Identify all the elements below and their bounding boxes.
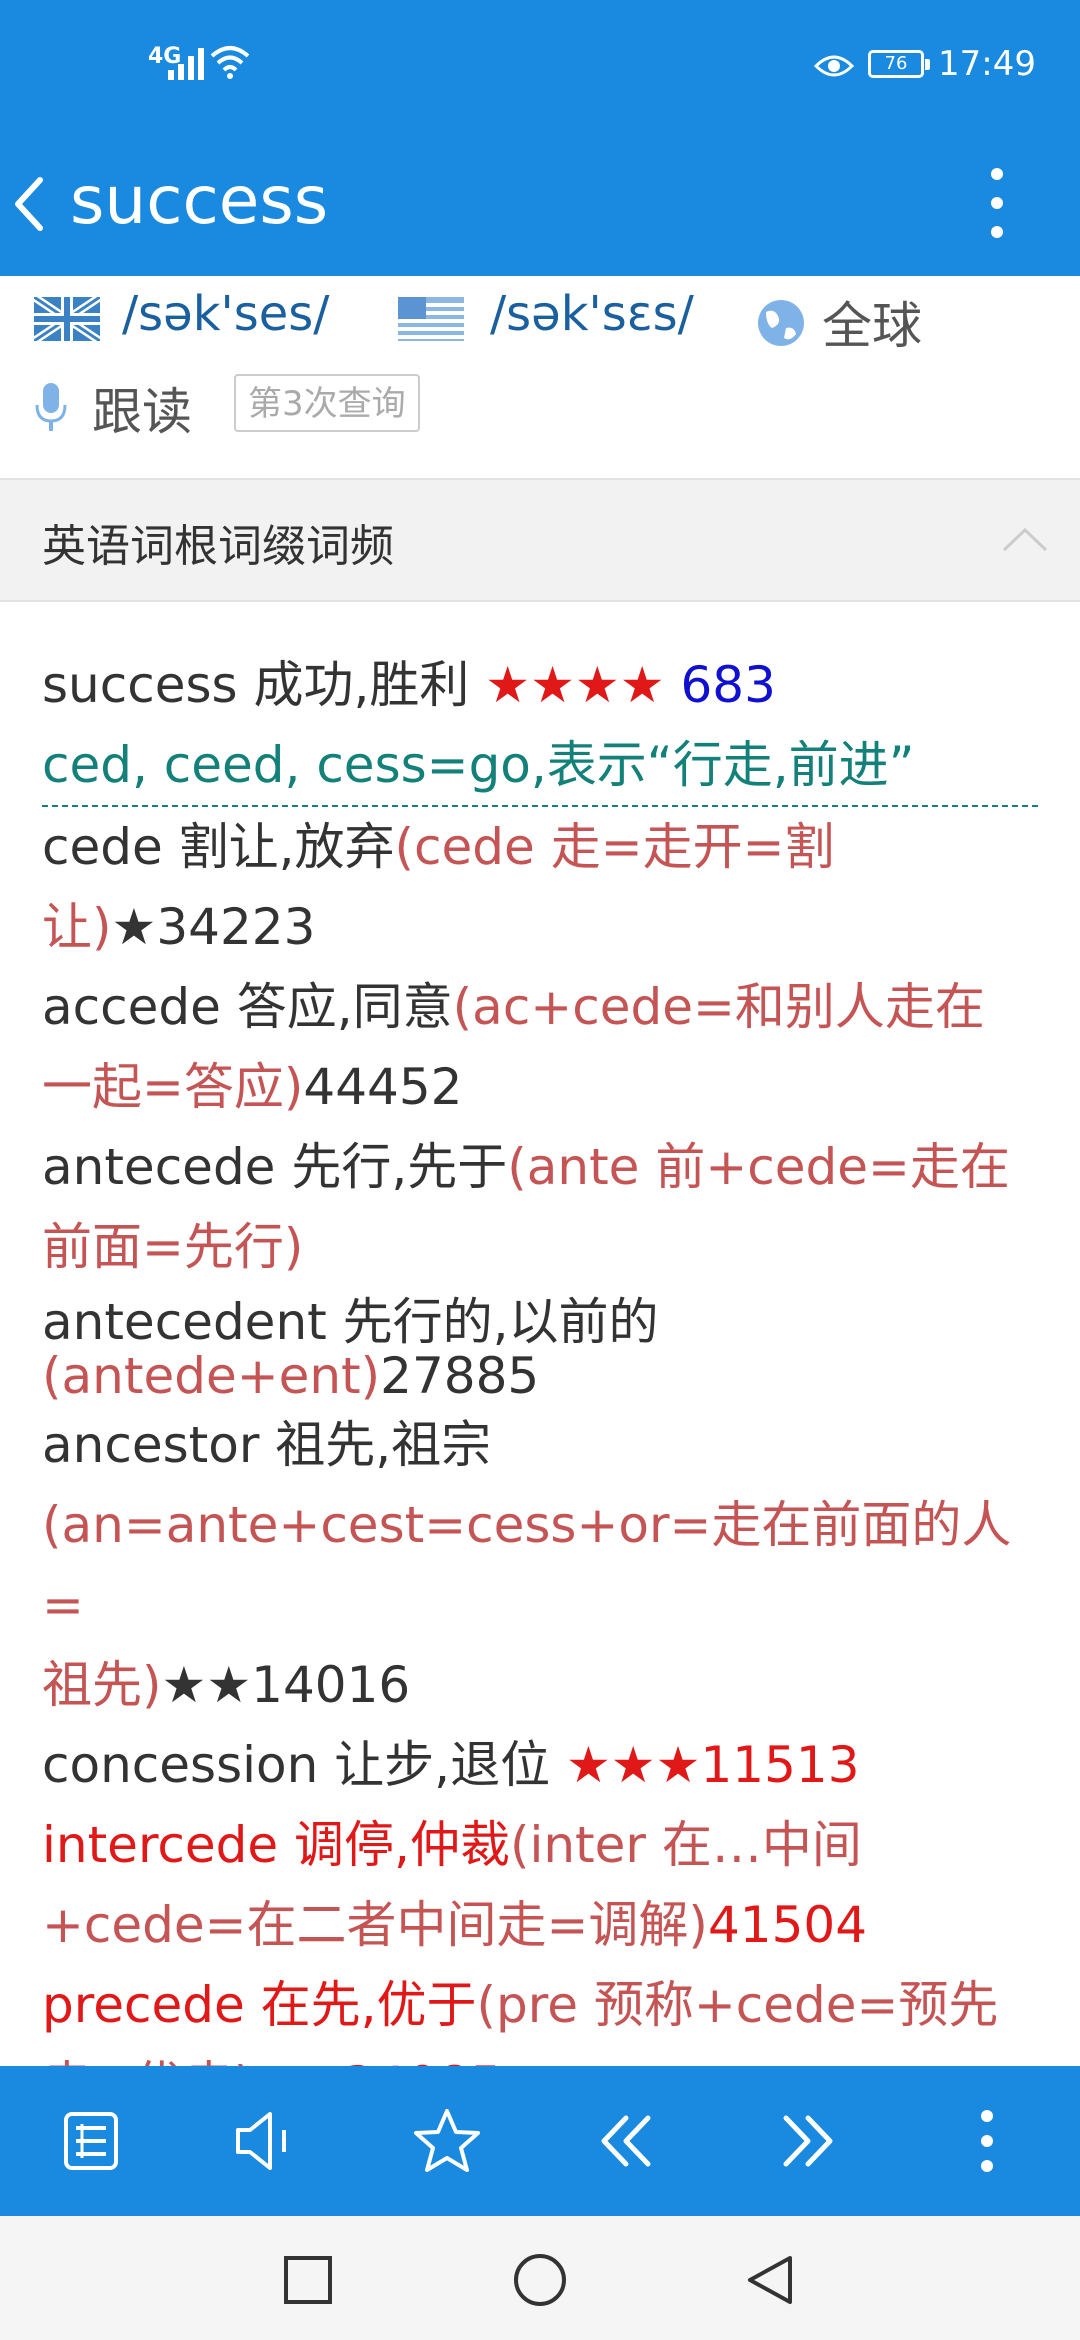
root-definition: ced, ceed, cess=go,表示“行走,前进” bbox=[42, 725, 1038, 807]
list-item: accede 答应,同意(ac+cede=和别人走在 一起=答应)44452 bbox=[42, 978, 985, 1116]
list-item: cede 割让,放弃(cede 走=走开=割 让)★34223 bbox=[42, 818, 835, 956]
system-nav-bar bbox=[0, 2216, 1080, 2340]
list-item: antecede 先行,先于(ante 前+cede=走在 前面=先行) bbox=[42, 1138, 1010, 1276]
uk-flag-icon[interactable] bbox=[34, 297, 100, 341]
list-item: concession 让步,退位 ★★★11513 bbox=[42, 1736, 860, 1794]
word-family-list: success 成功,胜利 ★★★★ 683 ced, ceed, cess=g… bbox=[42, 645, 1042, 2125]
query-count-badge: 第3次查询 bbox=[234, 374, 420, 432]
list-item: success 成功,胜利 ★★★★ 683 bbox=[42, 656, 776, 714]
back-triangle-icon[interactable] bbox=[742, 2252, 798, 2308]
recents-square-icon[interactable] bbox=[280, 2252, 336, 2308]
double-chevron-right-icon[interactable] bbox=[772, 2106, 842, 2176]
list-item: ancestor 祖先,祖宗 (an=ante+cest=cess+or=走在前… bbox=[42, 1416, 1012, 1714]
page-title: success bbox=[70, 162, 329, 239]
star-icon[interactable] bbox=[412, 2106, 482, 2176]
status-bar: 4G 76 17:49 bbox=[0, 0, 1080, 130]
wifi-icon bbox=[210, 46, 250, 79]
clock: 17:49 bbox=[938, 44, 1036, 84]
battery-icon: 76 bbox=[868, 50, 930, 78]
global-pronunciation-label[interactable]: 全球 bbox=[822, 286, 922, 358]
section-header[interactable]: 英语词根词缀词频 bbox=[0, 478, 1080, 602]
globe-icon[interactable] bbox=[756, 298, 806, 348]
back-arrow-icon[interactable] bbox=[10, 174, 50, 234]
signal-icon bbox=[168, 46, 204, 80]
app-bar: success bbox=[0, 130, 1080, 276]
uk-ipa[interactable]: /sək'ses/ bbox=[122, 286, 329, 342]
us-flag-icon[interactable] bbox=[398, 297, 464, 341]
speaker-icon[interactable] bbox=[232, 2106, 302, 2176]
us-ipa[interactable]: /sək'sɛs/ bbox=[490, 286, 694, 342]
eye-comfort-icon bbox=[814, 55, 854, 77]
follow-read-label[interactable]: 跟读 bbox=[92, 372, 192, 444]
star-rating: ★★★★ bbox=[485, 656, 665, 714]
pronunciation-panel: /sək'ses/ /sək'sɛs/ 全球 跟读 第3次查询 bbox=[0, 276, 1080, 478]
chevron-up-icon[interactable] bbox=[1000, 524, 1050, 554]
section-title: 英语词根词缀词频 bbox=[42, 521, 394, 572]
frequency-value: 683 bbox=[664, 656, 776, 714]
list-item: intercede 调停,仲裁(inter 在…中间 +cede=在二者中间走=… bbox=[42, 1816, 868, 1954]
list-icon[interactable] bbox=[56, 2106, 126, 2176]
more-vertical-icon[interactable] bbox=[982, 166, 1012, 240]
list-item: antecedent 先行的,以前的 (antede+ent)27885 bbox=[42, 1293, 659, 1405]
microphone-icon[interactable] bbox=[34, 381, 68, 435]
home-circle-icon[interactable] bbox=[512, 2252, 568, 2308]
more-vertical-icon[interactable] bbox=[952, 2106, 1022, 2176]
bottom-toolbar bbox=[0, 2066, 1080, 2216]
double-chevron-left-icon[interactable] bbox=[592, 2106, 662, 2176]
